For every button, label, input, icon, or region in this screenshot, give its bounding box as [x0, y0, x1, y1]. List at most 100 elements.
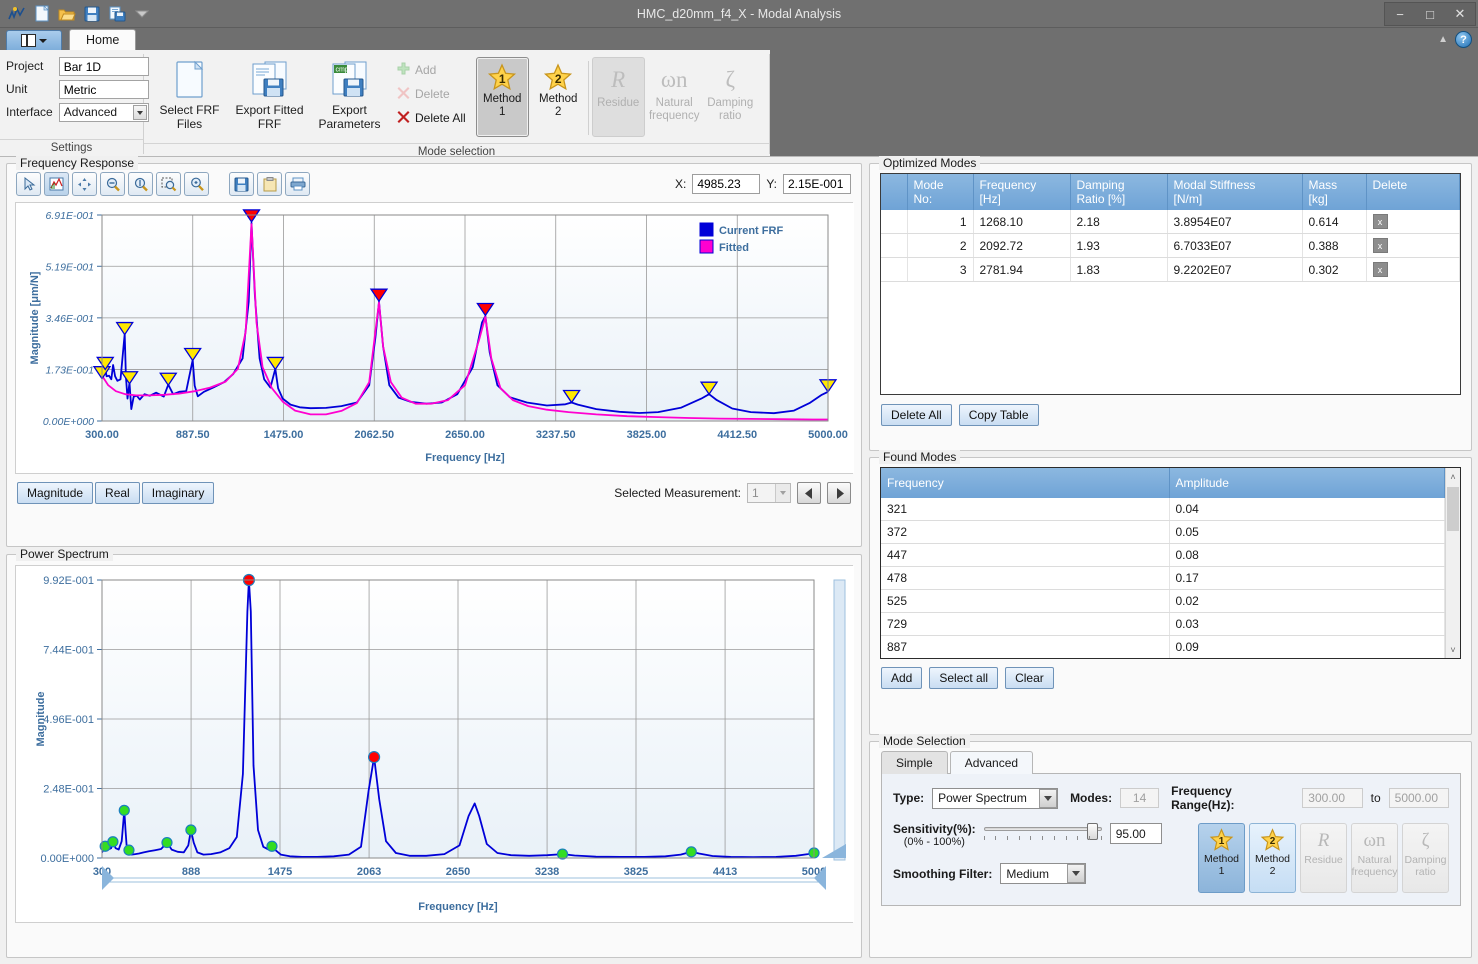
- next-measurement-button[interactable]: [827, 482, 851, 504]
- column-mass[interactable]: Mass [kg]: [1302, 174, 1367, 210]
- delete-mode-button[interactable]: Delete: [394, 85, 469, 103]
- table-row[interactable]: 2 2092.72 1.93 6.7033E07 0.388 x: [881, 233, 1460, 258]
- delete-all-button[interactable]: Delete All: [881, 404, 952, 426]
- app-menu-button[interactable]: [6, 30, 62, 50]
- star-1-icon: 1: [1209, 828, 1234, 853]
- export-fitted-frf-button[interactable]: Export Fitted FRF: [230, 55, 309, 143]
- scroll-down-icon[interactable]: ˅: [1446, 641, 1460, 658]
- frequency-response-chart[interactable]: 0.00E+000 1.73E-001 3.46E-001 5.19E-001 6.91…: [15, 202, 854, 474]
- chart-icon[interactable]: [44, 172, 69, 196]
- previous-measurement-button[interactable]: [797, 482, 821, 504]
- chevron-down-icon: [39, 38, 47, 43]
- cursor-readout: X: Y:: [675, 174, 861, 194]
- method-2-button[interactable]: 2 Method 2: [532, 57, 585, 137]
- sensitivity-value[interactable]: 95.00: [1109, 823, 1162, 844]
- row-selector[interactable]: [881, 257, 908, 282]
- clear-button[interactable]: Clear: [1005, 667, 1054, 689]
- real-button[interactable]: Real: [95, 482, 140, 504]
- column-modal-stiffness[interactable]: Modal Stiffness [N/m]: [1167, 174, 1303, 210]
- add-mode-button[interactable]: Add: [394, 61, 469, 79]
- table-row[interactable]: 1 1268.10 2.18 3.8954E07 0.614 x: [881, 210, 1460, 234]
- panel-icon: [21, 34, 36, 47]
- select-all-button[interactable]: Select all: [929, 667, 999, 689]
- slider-ticks: [983, 836, 1102, 840]
- column-frequency[interactable]: Frequency [Hz]: [973, 174, 1071, 210]
- list-item[interactable]: 12700.99: [881, 659, 1445, 660]
- list-item[interactable]: 478 0.17: [881, 566, 1445, 590]
- tab-advanced[interactable]: Advanced: [949, 751, 1034, 774]
- ms-method-1-button[interactable]: 1 Method 1: [1198, 823, 1245, 893]
- copy-table-button[interactable]: Copy Table: [958, 404, 1039, 426]
- help-icon[interactable]: ?: [1455, 31, 1472, 48]
- export-parameters-button[interactable]: cmp Export Parameters: [310, 55, 389, 143]
- cell-amplitude: 0.17: [1169, 566, 1445, 590]
- list-item[interactable]: 447 0.08: [881, 543, 1445, 567]
- column-damping-ratio[interactable]: Damping Ratio [%]: [1070, 174, 1168, 210]
- print-icon[interactable]: [285, 172, 310, 196]
- maximize-button[interactable]: □: [1415, 3, 1445, 25]
- frequency-range-to: 5000.00: [1388, 788, 1449, 808]
- save-as-icon[interactable]: [107, 4, 127, 24]
- open-icon[interactable]: [57, 4, 77, 24]
- frf-view-buttons: Magnitude Real Imaginary: [17, 482, 215, 504]
- smoothing-filter-combo[interactable]: Medium: [1000, 863, 1087, 884]
- cursor-x-input[interactable]: [692, 174, 761, 194]
- interface-combo[interactable]: Advanced: [58, 103, 149, 122]
- pointer-icon[interactable]: [16, 172, 41, 196]
- save-icon[interactable]: [229, 172, 254, 196]
- sensitivity-slider[interactable]: [983, 823, 1102, 841]
- minimize-button[interactable]: −: [1385, 3, 1415, 25]
- close-button[interactable]: ✕: [1445, 3, 1475, 25]
- found-modes-scrollbar[interactable]: ˄ ˅: [1445, 468, 1460, 658]
- copy-icon[interactable]: [257, 172, 282, 196]
- optimized-modes-table-wrapper[interactable]: Mode No: Frequency [Hz] Damping Ratio [%] M…: [880, 173, 1461, 395]
- zoom-out-icon[interactable]: [100, 172, 125, 196]
- list-item[interactable]: 887 0.09: [881, 635, 1445, 658]
- delete-row-button[interactable]: x: [1372, 214, 1388, 229]
- delete-row-button[interactable]: x: [1372, 238, 1388, 253]
- add-button[interactable]: Add: [881, 667, 923, 689]
- column-delete[interactable]: Delete: [1366, 174, 1460, 210]
- zoom-move-icon[interactable]: [184, 172, 209, 196]
- power-spectrum-chart[interactable]: 0.00E+000 2.48E-001 4.96E-001 7.44E-001 9.92…: [15, 565, 854, 923]
- list-item[interactable]: 729 0.03: [881, 612, 1445, 636]
- column-mode-no[interactable]: Mode No:: [907, 174, 974, 210]
- select-frf-files-button[interactable]: Select FRF Files: [150, 55, 229, 143]
- list-item[interactable]: 372 0.05: [881, 520, 1445, 544]
- project-input[interactable]: [58, 57, 149, 76]
- zoom-y-icon[interactable]: [128, 172, 153, 196]
- pan-icon[interactable]: [72, 172, 97, 196]
- table-row[interactable]: 3 2781.94 1.83 9.2202E07 0.302 x: [881, 257, 1460, 282]
- tab-simple[interactable]: Simple: [881, 751, 948, 774]
- ms-method-2-button[interactable]: 2 Method 2: [1249, 823, 1296, 893]
- customize-icon[interactable]: [132, 4, 152, 24]
- imaginary-button[interactable]: Imaginary: [141, 482, 215, 504]
- cursor-y-input[interactable]: [783, 174, 851, 194]
- svg-text:2650.00: 2650.00: [445, 429, 485, 441]
- row-selector[interactable]: [881, 210, 908, 234]
- ms-natural-frequency-button: ωn Natural frequency: [1351, 823, 1398, 893]
- method-1-button[interactable]: 1 Method 1: [475, 57, 529, 137]
- selected-measurement-spinner[interactable]: 1: [747, 483, 791, 503]
- tab-home[interactable]: Home: [69, 29, 137, 50]
- type-combo[interactable]: Power Spectrum: [932, 787, 1059, 809]
- row-selector[interactable]: [881, 233, 908, 258]
- collapse-ribbon-icon[interactable]: ▲: [1438, 34, 1448, 45]
- save-icon[interactable]: [82, 4, 102, 24]
- list-item[interactable]: 525 0.02: [881, 589, 1445, 613]
- zoom-box-icon[interactable]: [156, 172, 181, 196]
- magnitude-button[interactable]: Magnitude: [17, 482, 94, 504]
- new-icon[interactable]: [32, 4, 52, 24]
- column-amplitude[interactable]: Amplitude: [1169, 468, 1445, 498]
- delete-all-modes-button[interactable]: Delete All: [394, 109, 469, 127]
- found-modes-table-wrapper[interactable]: Frequency Amplitude 321 0.04 372 0.05 447 0.0…: [880, 467, 1461, 659]
- unit-input[interactable]: [58, 80, 149, 99]
- sensitivity-label: Sensitivity(%):: [893, 822, 976, 836]
- scrollbar-thumb[interactable]: [1447, 487, 1459, 531]
- found-modes-buttons: Add Select all Clear: [870, 659, 1471, 689]
- analysis-icon[interactable]: [7, 4, 27, 24]
- scroll-up-icon[interactable]: ˄: [1446, 468, 1460, 485]
- delete-row-button[interactable]: x: [1372, 262, 1388, 277]
- list-item[interactable]: 321 0.04: [881, 498, 1445, 521]
- column-frequency[interactable]: Frequency: [881, 468, 1170, 498]
